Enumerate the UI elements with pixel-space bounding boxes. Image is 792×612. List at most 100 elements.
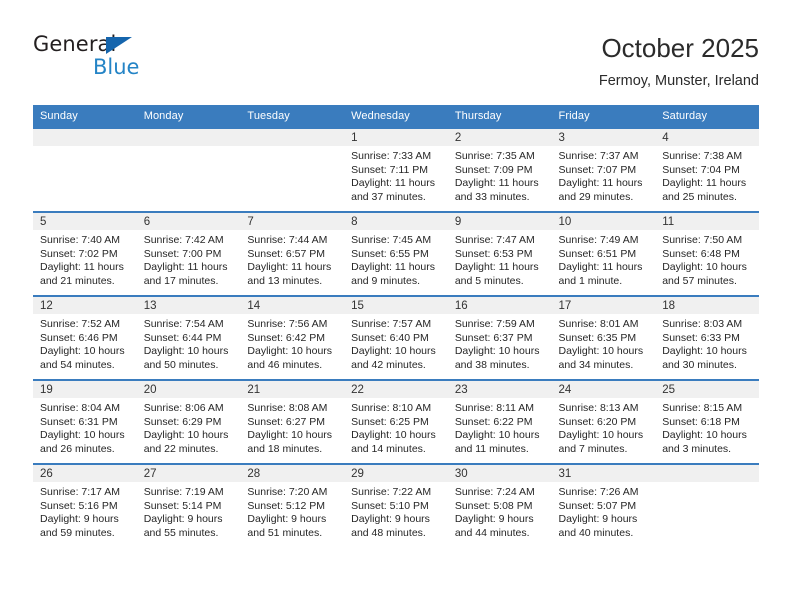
daylight-text-line2: and 40 minutes. [558, 526, 634, 539]
calendar-day-cell[interactable]: 11 Sunrise: 7:50 AM Sunset: 6:48 PM Dayligh… [655, 211, 759, 296]
day-number: 21 [240, 381, 345, 398]
day-number: 16 [447, 297, 552, 314]
day-number: 19 [33, 381, 137, 398]
calendar-day-cell[interactable]: 6 Sunrise: 7:42 AM Sunset: 7:00 PM Daylight… [136, 211, 241, 296]
calendar-week-row: 5 Sunrise: 7:40 AM Sunset: 7:02 PM Daylight… [33, 211, 759, 296]
masthead: General Blue October 2025 Fermoy, Munste… [33, 32, 759, 94]
day-cell-inner [655, 465, 759, 547]
calendar-day-cell[interactable]: 7 Sunrise: 7:44 AM Sunset: 6:57 PM Daylight… [240, 211, 345, 296]
calendar-day-cell-empty [655, 463, 759, 547]
day-cell-inner: 2 Sunrise: 7:35 AM Sunset: 7:09 PM Daylight… [447, 129, 552, 211]
day-cell-details: Sunrise: 7:38 AM Sunset: 7:04 PM Daylight:… [655, 146, 759, 204]
calendar-day-cell[interactable]: 23 Sunrise: 8:11 AM Sunset: 6:22 PM Dayligh… [447, 379, 552, 464]
calendar-day-cell[interactable]: 17 Sunrise: 8:01 AM Sunset: 6:35 PM Dayligh… [551, 295, 656, 380]
calendar-day-cell[interactable]: 20 Sunrise: 8:06 AM Sunset: 6:29 PM Dayligh… [136, 379, 241, 464]
calendar-day-cell[interactable]: 22 Sunrise: 8:10 AM Sunset: 6:25 PM Dayligh… [344, 379, 448, 464]
calendar-day-cell[interactable]: 4 Sunrise: 7:38 AM Sunset: 7:04 PM Daylight… [655, 127, 759, 212]
daylight-text-line2: and 18 minutes. [247, 442, 323, 455]
day-cell-inner: 17 Sunrise: 8:01 AM Sunset: 6:35 PM Dayligh… [551, 297, 656, 379]
calendar-day-cell[interactable]: 5 Sunrise: 7:40 AM Sunset: 7:02 PM Daylight… [33, 211, 137, 296]
calendar-day-cell[interactable]: 2 Sunrise: 7:35 AM Sunset: 7:09 PM Daylight… [447, 127, 552, 212]
day-number: 20 [136, 381, 241, 398]
day-cell-inner: 5 Sunrise: 7:40 AM Sunset: 7:02 PM Daylight… [33, 213, 137, 295]
day-cell-details [240, 146, 344, 150]
daylight-text-line2: and 57 minutes. [662, 274, 737, 287]
day-number: 10 [551, 213, 656, 230]
daylight-text-line1: Daylight: 10 hours [143, 345, 229, 358]
sunrise-text: Sunrise: 8:11 AM [454, 402, 534, 414]
weekday-header-row: Sunday Monday Tuesday Wednesday Thursday Frid… [33, 105, 759, 128]
day-cell-details: Sunrise: 7:44 AM Sunset: 6:57 PM Daylight:… [240, 230, 344, 288]
day-number: 2 [447, 129, 552, 146]
sunrise-text: Sunrise: 7:56 AM [247, 318, 328, 330]
calendar-day-cell[interactable]: 9 Sunrise: 7:47 AM Sunset: 6:53 PM Daylight… [447, 211, 552, 296]
daylight-text-line2: and 30 minutes. [662, 358, 737, 371]
daylight-text-line2: and 26 minutes. [40, 442, 115, 455]
calendar-day-cell[interactable]: 21 Sunrise: 8:08 AM Sunset: 6:27 PM Dayligh… [240, 379, 345, 464]
day-cell-details: Sunrise: 8:01 AM Sunset: 6:35 PM Daylight:… [552, 314, 656, 372]
calendar-day-cell[interactable]: 26 Sunrise: 7:17 AM Sunset: 5:16 PM Dayligh… [33, 463, 137, 547]
calendar-week-row: 12 Sunrise: 7:52 AM Sunset: 6:46 PM Dayligh… [33, 295, 759, 380]
calendar-day-cell[interactable]: 19 Sunrise: 8:04 AM Sunset: 6:31 PM Dayligh… [33, 379, 137, 464]
daylight-text-line1: Daylight: 10 hours [351, 345, 436, 358]
daylight-text-line2: and 50 minutes. [143, 358, 219, 371]
sunrise-text: Sunrise: 7:49 AM [558, 234, 639, 246]
calendar-day-cell[interactable]: 15 Sunrise: 7:57 AM Sunset: 6:40 PM Dayligh… [344, 295, 448, 380]
day-cell-details: Sunrise: 7:20 AM Sunset: 5:12 PM Daylight:… [240, 482, 344, 540]
sunset-text: Sunset: 6:29 PM [143, 415, 222, 428]
calendar-day-cell[interactable]: 24 Sunrise: 8:13 AM Sunset: 6:20 PM Dayligh… [551, 379, 656, 464]
day-cell-details: Sunrise: 8:13 AM Sunset: 6:20 PM Daylight:… [552, 398, 656, 456]
daylight-text-line1: Daylight: 10 hours [143, 429, 229, 442]
daylight-text-line1: Daylight: 11 hours [558, 261, 643, 274]
day-number: 26 [33, 465, 137, 482]
sunrise-text: Sunrise: 7:22 AM [351, 486, 432, 498]
sunrise-text: Sunrise: 8:15 AM [662, 402, 743, 414]
calendar-day-cell[interactable]: 3 Sunrise: 7:37 AM Sunset: 7:07 PM Daylight… [551, 127, 656, 212]
calendar-day-cell[interactable]: 8 Sunrise: 7:45 AM Sunset: 6:55 PM Daylight… [344, 211, 448, 296]
day-number: 3 [551, 129, 656, 146]
day-cell-inner: 4 Sunrise: 7:38 AM Sunset: 7:04 PM Daylight… [655, 129, 759, 211]
calendar-day-cell[interactable]: 30 Sunrise: 7:24 AM Sunset: 5:08 PM Dayligh… [447, 463, 552, 547]
day-number: 7 [240, 213, 345, 230]
calendar-day-cell[interactable]: 1 Sunrise: 7:33 AM Sunset: 7:11 PM Daylight… [344, 127, 448, 212]
calendar-day-cell[interactable]: 16 Sunrise: 7:59 AM Sunset: 6:37 PM Dayligh… [447, 295, 552, 380]
calendar-day-cell[interactable]: 31 Sunrise: 7:26 AM Sunset: 5:07 PM Dayligh… [551, 463, 656, 547]
calendar-day-cell[interactable]: 10 Sunrise: 7:49 AM Sunset: 6:51 PM Dayligh… [551, 211, 656, 296]
day-cell-inner: 3 Sunrise: 7:37 AM Sunset: 7:07 PM Daylight… [551, 129, 656, 211]
day-cell-inner: 26 Sunrise: 7:17 AM Sunset: 5:16 PM Dayligh… [33, 465, 137, 547]
sunset-text: Sunset: 6:22 PM [454, 415, 533, 428]
day-cell-inner [33, 129, 137, 211]
sunrise-text: Sunrise: 8:03 AM [662, 318, 743, 330]
title-block: October 2025 Fermoy, Munster, Ireland [599, 32, 759, 90]
day-cell-inner: 22 Sunrise: 8:10 AM Sunset: 6:25 PM Dayligh… [344, 381, 448, 463]
day-number: 9 [447, 213, 552, 230]
day-number: 12 [33, 297, 137, 314]
calendar-day-cell[interactable]: 14 Sunrise: 7:56 AM Sunset: 6:42 PM Dayligh… [240, 295, 345, 380]
daylight-text-line2: and 48 minutes. [351, 526, 426, 539]
daylight-text-line1: Daylight: 10 hours [662, 345, 747, 358]
calendar-day-cell[interactable]: 29 Sunrise: 7:22 AM Sunset: 5:10 PM Dayligh… [344, 463, 448, 547]
day-cell-details: Sunrise: 8:15 AM Sunset: 6:18 PM Daylight:… [655, 398, 759, 456]
day-cell-details: Sunrise: 8:04 AM Sunset: 6:31 PM Daylight:… [33, 398, 137, 456]
day-cell-inner: 9 Sunrise: 7:47 AM Sunset: 6:53 PM Daylight… [447, 213, 552, 295]
calendar-day-cell[interactable]: 28 Sunrise: 7:20 AM Sunset: 5:12 PM Dayligh… [240, 463, 345, 547]
calendar-day-cell[interactable]: 12 Sunrise: 7:52 AM Sunset: 6:46 PM Dayligh… [33, 295, 137, 380]
daylight-text-line1: Daylight: 9 hours [40, 513, 119, 526]
day-cell-inner: 23 Sunrise: 8:11 AM Sunset: 6:22 PM Dayligh… [447, 381, 552, 463]
daylight-text-line2: and 42 minutes. [351, 358, 426, 371]
day-cell-inner: 7 Sunrise: 7:44 AM Sunset: 6:57 PM Daylight… [240, 213, 345, 295]
day-cell-details [33, 146, 137, 150]
calendar-day-cell[interactable]: 27 Sunrise: 7:19 AM Sunset: 5:14 PM Dayligh… [136, 463, 241, 547]
daylight-text-line1: Daylight: 11 hours [247, 261, 332, 274]
weekday-header-friday: Friday [551, 105, 656, 128]
calendar-day-cell[interactable]: 25 Sunrise: 8:15 AM Sunset: 6:18 PM Dayligh… [655, 379, 759, 464]
weekday-header-sunday: Sunday [33, 105, 137, 128]
sunset-text: Sunset: 7:09 PM [454, 163, 533, 176]
day-cell-details: Sunrise: 7:56 AM Sunset: 6:42 PM Daylight:… [240, 314, 344, 372]
general-blue-logo[interactable]: General Blue [33, 32, 263, 88]
day-cell-details: Sunrise: 7:45 AM Sunset: 6:55 PM Daylight:… [344, 230, 448, 288]
sunrise-text: Sunrise: 7:47 AM [454, 234, 535, 246]
sunrise-text: Sunrise: 7:50 AM [662, 234, 743, 246]
calendar-day-cell[interactable]: 13 Sunrise: 7:54 AM Sunset: 6:44 PM Dayligh… [136, 295, 241, 380]
calendar-day-cell[interactable]: 18 Sunrise: 8:03 AM Sunset: 6:33 PM Dayligh… [655, 295, 759, 380]
